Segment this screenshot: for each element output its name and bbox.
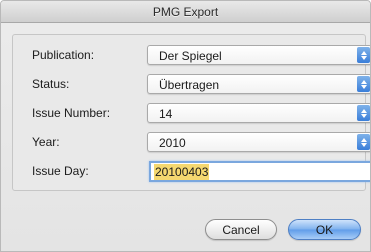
export-options-group: Publication: Der Spiegel Status: Übertra… bbox=[12, 34, 370, 191]
ok-button[interactable]: OK bbox=[288, 219, 361, 240]
status-value: Übertragen bbox=[159, 78, 220, 92]
window-title: PMG Export bbox=[152, 4, 219, 19]
publication-value: Der Spiegel bbox=[159, 49, 222, 63]
issue-day-row: Issue Day: 20100403 bbox=[13, 161, 370, 183]
year-value: 2010 bbox=[159, 136, 186, 150]
issue-number-label: Issue Number: bbox=[32, 106, 111, 120]
updown-arrows-icon bbox=[357, 134, 370, 150]
year-row: Year: 2010 bbox=[13, 132, 370, 154]
status-label: Status: bbox=[32, 77, 70, 91]
status-popup[interactable]: Übertragen bbox=[147, 74, 370, 94]
status-row: Status: Übertragen bbox=[13, 74, 370, 96]
issue-number-row: Issue Number: 14 bbox=[13, 103, 370, 125]
publication-popup[interactable]: Der Spiegel bbox=[147, 45, 370, 65]
year-popup[interactable]: 2010 bbox=[147, 132, 370, 152]
issue-day-label: Issue Day: bbox=[32, 164, 89, 178]
cancel-button-label: Cancel bbox=[222, 222, 260, 237]
cancel-button[interactable]: Cancel bbox=[205, 219, 277, 240]
export-dialog: PMG Export Publication: Der Spiegel Stat… bbox=[0, 0, 371, 252]
updown-arrows-icon bbox=[357, 47, 370, 63]
issue-day-value: 20100403 bbox=[154, 164, 210, 180]
publication-label: Publication: bbox=[32, 48, 95, 62]
updown-arrows-icon bbox=[357, 76, 370, 92]
title-bar[interactable]: PMG Export bbox=[1, 1, 370, 23]
issue-number-value: 14 bbox=[159, 107, 173, 121]
issue-number-popup[interactable]: 14 bbox=[147, 103, 370, 123]
issue-day-field[interactable]: 20100403 bbox=[149, 161, 370, 182]
year-label: Year: bbox=[32, 135, 60, 149]
publication-row: Publication: Der Spiegel bbox=[13, 45, 370, 67]
updown-arrows-icon bbox=[357, 105, 370, 121]
ok-button-label: OK bbox=[315, 222, 334, 237]
